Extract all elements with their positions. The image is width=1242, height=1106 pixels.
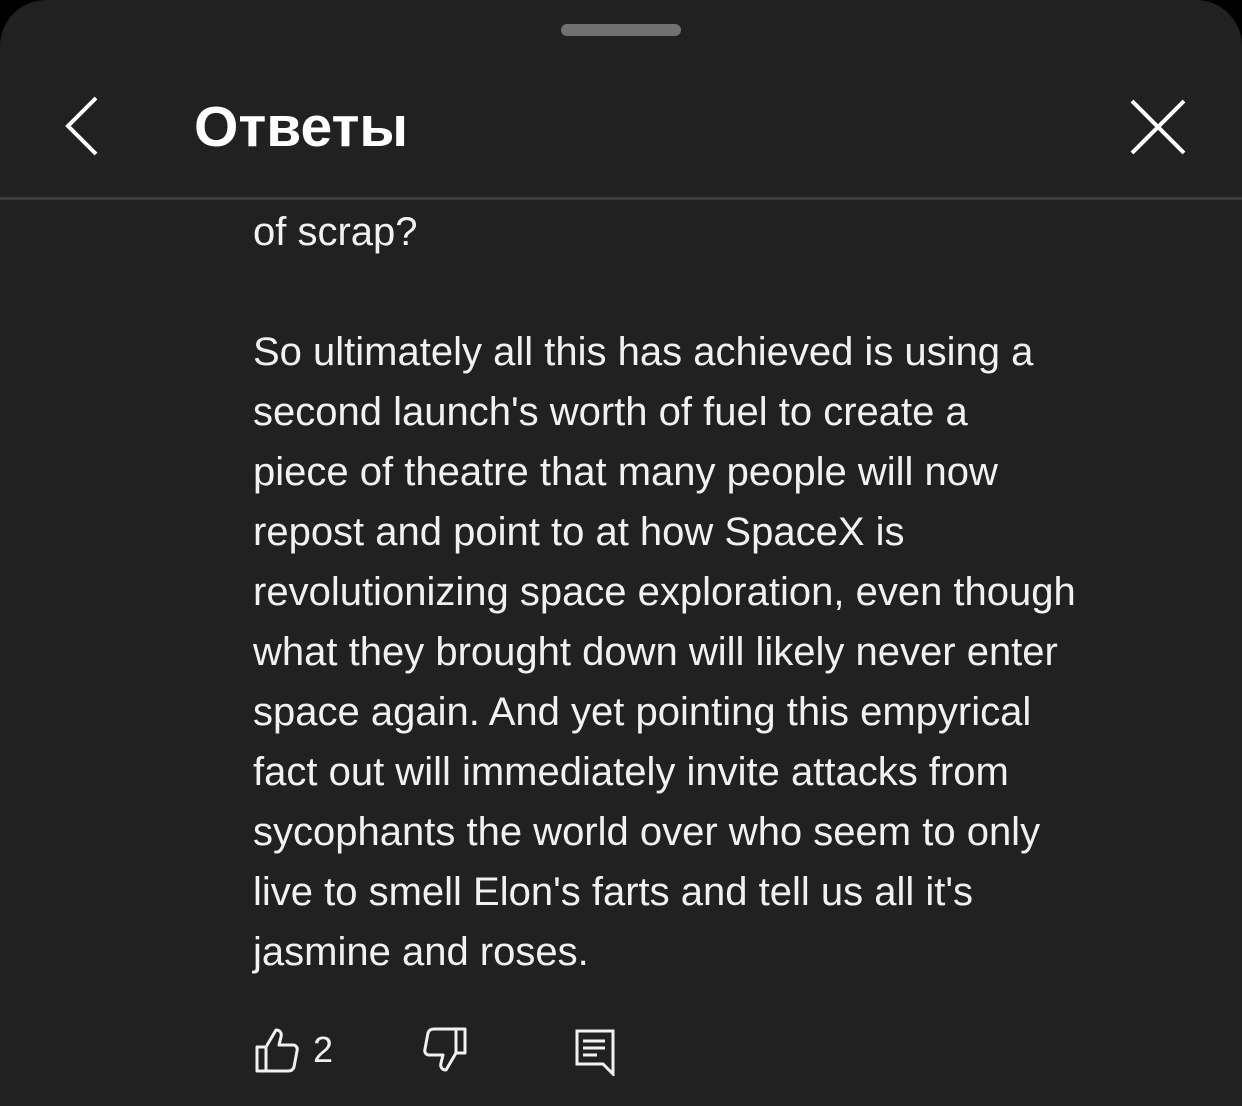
comment-icon <box>575 1029 615 1076</box>
like-button[interactable] <box>253 1026 301 1074</box>
like-count: 2 <box>313 1029 334 1070</box>
comment-line: piece of theatre that many people will n… <box>253 450 998 494</box>
comment-line: space again. And yet pointing this empyr… <box>253 690 1032 734</box>
comment-text: of scrap? So ultimately all this has ach… <box>253 202 1213 982</box>
page-title: Ответы <box>194 95 409 159</box>
thumbs-down-icon <box>423 1027 467 1072</box>
thumbs-up-icon <box>255 1028 299 1073</box>
reply-button[interactable] <box>571 1026 619 1076</box>
comment-line: revolutionizing space exploration, even … <box>253 570 1076 614</box>
comment-actions: 2 <box>253 1020 673 1080</box>
comment-line: live to smell Elon's farts and tell us a… <box>253 870 973 914</box>
comment-line: what they brought down will likely never… <box>253 630 1058 674</box>
back-button[interactable] <box>50 88 120 168</box>
comment-line: second launch's worth of fuel to create … <box>253 390 968 434</box>
replies-sheet: Ответы of scrap? So ultimately all this … <box>0 0 1242 1106</box>
paragraph-break <box>253 262 1213 322</box>
header-divider <box>0 197 1242 200</box>
comment-line: jasmine and roses. <box>253 930 589 974</box>
close-icon <box>1130 99 1186 155</box>
chevron-left-icon <box>65 96 98 156</box>
dislike-button[interactable] <box>421 1026 469 1074</box>
comment-line: So ultimately all this has achieved is u… <box>253 330 1034 374</box>
comment-line: sycophants the world over who seem to on… <box>253 810 1041 854</box>
comment-line: repost and point to at how SpaceX is <box>253 510 905 554</box>
sheet-header: Ответы <box>0 60 1242 198</box>
drag-handle[interactable] <box>561 24 681 36</box>
close-button[interactable] <box>1118 88 1198 168</box>
comment-line: fact out will immediately invite attacks… <box>253 750 1009 794</box>
comment-line: of scrap? <box>253 210 418 254</box>
